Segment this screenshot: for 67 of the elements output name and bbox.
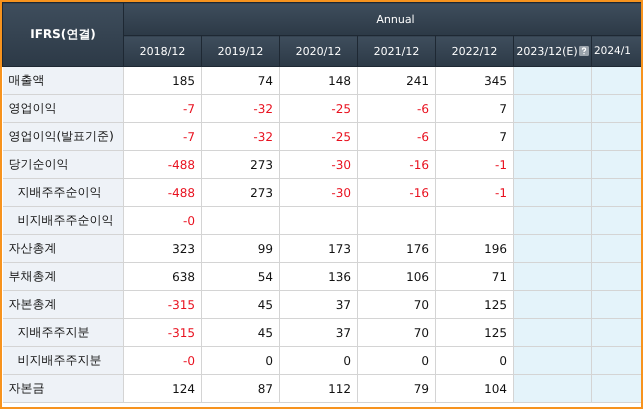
table-cell: 112 — [280, 374, 358, 402]
table-cell: 148 — [280, 66, 358, 94]
table-cell: 54 — [202, 262, 280, 290]
table-cell: 87 — [202, 374, 280, 402]
column-group-header: Annual — [124, 2, 641, 36]
table-cell: 176 — [358, 234, 436, 262]
column-header-text: 2021/12 — [374, 44, 420, 58]
table-cell: -32 — [202, 122, 280, 150]
table-cell: -488 — [124, 150, 202, 178]
table-cell: 273 — [202, 150, 280, 178]
table-cell: 37 — [280, 318, 358, 346]
row-label: 부채총계 — [2, 262, 124, 290]
table-cell: 124 — [124, 374, 202, 402]
table-cell: 173 — [280, 234, 358, 262]
row-label: 자본금 — [2, 374, 124, 402]
column-header-text: 2020/12 — [296, 44, 342, 58]
table-cell: -16 — [358, 150, 436, 178]
row-label: 매출액 — [2, 66, 124, 94]
table-cell: 0 — [202, 346, 280, 374]
table-cell: 74 — [202, 66, 280, 94]
column-header-text: 2023/12(E) — [516, 44, 578, 58]
table-cell: -488 — [124, 178, 202, 206]
row-label: 영업이익(발표기준) — [2, 122, 124, 150]
table-cell: -7 — [124, 94, 202, 122]
row-label: 자본총계 — [2, 290, 124, 318]
table-cell: -7 — [124, 122, 202, 150]
table-cell: 106 — [358, 262, 436, 290]
table-cell: 45 — [202, 318, 280, 346]
table-cell: -6 — [358, 122, 436, 150]
table-cell: 241 — [358, 66, 436, 94]
table-cell: -16 — [358, 178, 436, 206]
table-cell: 273 — [202, 178, 280, 206]
table-cell: -30 — [280, 178, 358, 206]
table-cell: 70 — [358, 290, 436, 318]
column-header-text: 2019/12 — [218, 44, 264, 58]
table-cell: 323 — [124, 234, 202, 262]
row-label: 비지배주주순이익 — [2, 206, 124, 234]
table-cell: -315 — [124, 290, 202, 318]
row-label: 영업이익 — [2, 94, 124, 122]
table-cell: 99 — [202, 234, 280, 262]
row-label: 지배주주지분 — [2, 318, 124, 346]
table-cell: -25 — [280, 122, 358, 150]
table-cell: 79 — [358, 374, 436, 402]
column-header-text: 2022/12 — [452, 44, 498, 58]
table-cell: -0 — [124, 206, 202, 234]
table-cell: -315 — [124, 318, 202, 346]
column-header: IFRS(연결) — [2, 2, 124, 66]
table-cell: 0 — [358, 346, 436, 374]
table-cell: -32 — [202, 94, 280, 122]
row-label: 자산총계 — [2, 234, 124, 262]
table-cell: 638 — [124, 262, 202, 290]
table-cell: 185 — [124, 66, 202, 94]
table-cell: 45 — [202, 290, 280, 318]
table-cell: 37 — [280, 290, 358, 318]
row-label: 비지배주주지분 — [2, 346, 124, 374]
row-label: 지배주주순이익 — [2, 178, 124, 206]
table-cell: -25 — [280, 94, 358, 122]
table-cell: -6 — [358, 94, 436, 122]
table-cell: 136 — [280, 262, 358, 290]
table-cell: -30 — [280, 150, 358, 178]
table-cell: 70 — [358, 318, 436, 346]
table-cell: 0 — [280, 346, 358, 374]
row-label: 당기순이익 — [2, 150, 124, 178]
help-icon[interactable] — [578, 46, 589, 56]
column-header-text: 2024/1 — [594, 45, 631, 57]
table-cell: -0 — [124, 346, 202, 374]
column-header-text: 2018/12 — [140, 44, 186, 58]
